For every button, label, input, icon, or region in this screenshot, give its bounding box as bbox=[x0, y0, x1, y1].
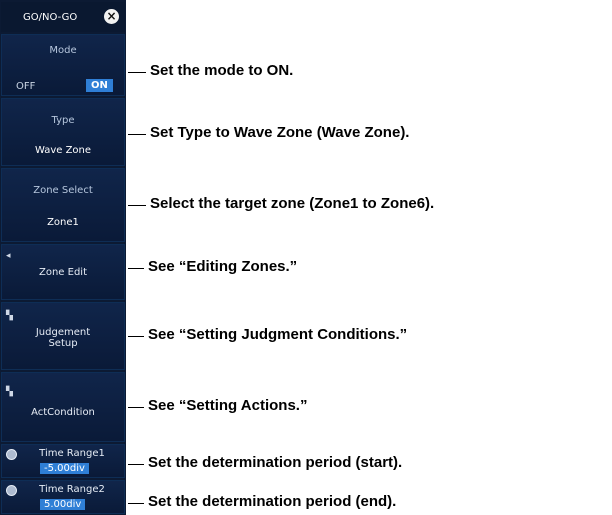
judgment-label-line2: Setup bbox=[48, 338, 78, 349]
callout-line-judgment bbox=[128, 336, 144, 337]
mode-label: Mode bbox=[49, 45, 77, 56]
annotation-type: Set Type to Wave Zone (Wave Zone). bbox=[150, 124, 410, 141]
submenu-icon: ▚ bbox=[6, 387, 13, 397]
callout-line-edit bbox=[128, 268, 144, 269]
menu-title: GO/NO-GO bbox=[23, 12, 78, 23]
rotary-knob-icon bbox=[6, 449, 17, 460]
callout-line-actions bbox=[128, 407, 144, 408]
callout-line-start bbox=[128, 464, 144, 465]
time-range2-label: Time Range2 bbox=[39, 484, 105, 495]
callout-line-mode bbox=[128, 72, 146, 73]
annotation-start: Set the determination period (start). bbox=[148, 454, 403, 471]
time-range2-softkey[interactable]: Time Range2 5.00div bbox=[1, 480, 125, 514]
left-arrow-icon: ◂ bbox=[6, 251, 11, 261]
annotation-zone: Select the target zone (Zone1 to Zone6). bbox=[150, 195, 435, 212]
callout-line-type bbox=[128, 134, 146, 135]
zone-select-value: Zone1 bbox=[47, 217, 79, 228]
time-range1-value: -5.00div bbox=[40, 463, 89, 474]
callout-line-zone bbox=[128, 205, 146, 206]
mode-on-option: ON bbox=[86, 79, 113, 92]
time-range1-label: Time Range1 bbox=[39, 448, 105, 459]
zone-select-softkey[interactable]: Zone Select Zone1 bbox=[1, 168, 125, 242]
time-range1-softkey[interactable]: Time Range1 -5.00div bbox=[1, 444, 125, 478]
type-label: Type bbox=[51, 115, 75, 126]
type-value: Wave Zone bbox=[34, 145, 92, 156]
zone-select-label: Zone Select bbox=[33, 185, 93, 196]
annotation-actions: See “Setting Actions.” bbox=[148, 397, 308, 414]
type-softkey[interactable]: Type Wave Zone bbox=[1, 98, 125, 166]
act-condition-softkey[interactable]: ▚ ActCondition bbox=[1, 372, 125, 442]
annotation-judgment: See “Setting Judgment Conditions.” bbox=[148, 326, 408, 343]
menu-header: GO/NO-GO × bbox=[1, 2, 125, 32]
time-range2-value: 5.00div bbox=[40, 499, 86, 510]
judgment-label-line1: Judgement bbox=[35, 327, 91, 338]
annotation-mode: Set the mode to ON. bbox=[150, 62, 294, 79]
zone-edit-label: Zone Edit bbox=[38, 267, 87, 278]
mode-softkey[interactable]: Mode OFF ON bbox=[1, 34, 125, 96]
go-nogo-menu-panel: GO/NO-GO × Mode OFF ON Type Wave Zone Zo… bbox=[0, 0, 126, 515]
zone-edit-softkey[interactable]: ◂ Zone Edit bbox=[1, 244, 125, 300]
act-condition-label: ActCondition bbox=[31, 407, 95, 418]
annotation-end: Set the determination period (end). bbox=[148, 493, 397, 510]
judgment-setup-softkey[interactable]: ▚ Judgement Setup bbox=[1, 302, 125, 370]
annotation-edit: See “Editing Zones.” bbox=[148, 258, 298, 275]
close-icon[interactable]: × bbox=[104, 9, 119, 24]
submenu-icon: ▚ bbox=[6, 311, 13, 321]
rotary-knob-icon bbox=[6, 485, 17, 496]
callout-line-end bbox=[128, 503, 144, 504]
mode-off-option: OFF bbox=[16, 81, 36, 92]
